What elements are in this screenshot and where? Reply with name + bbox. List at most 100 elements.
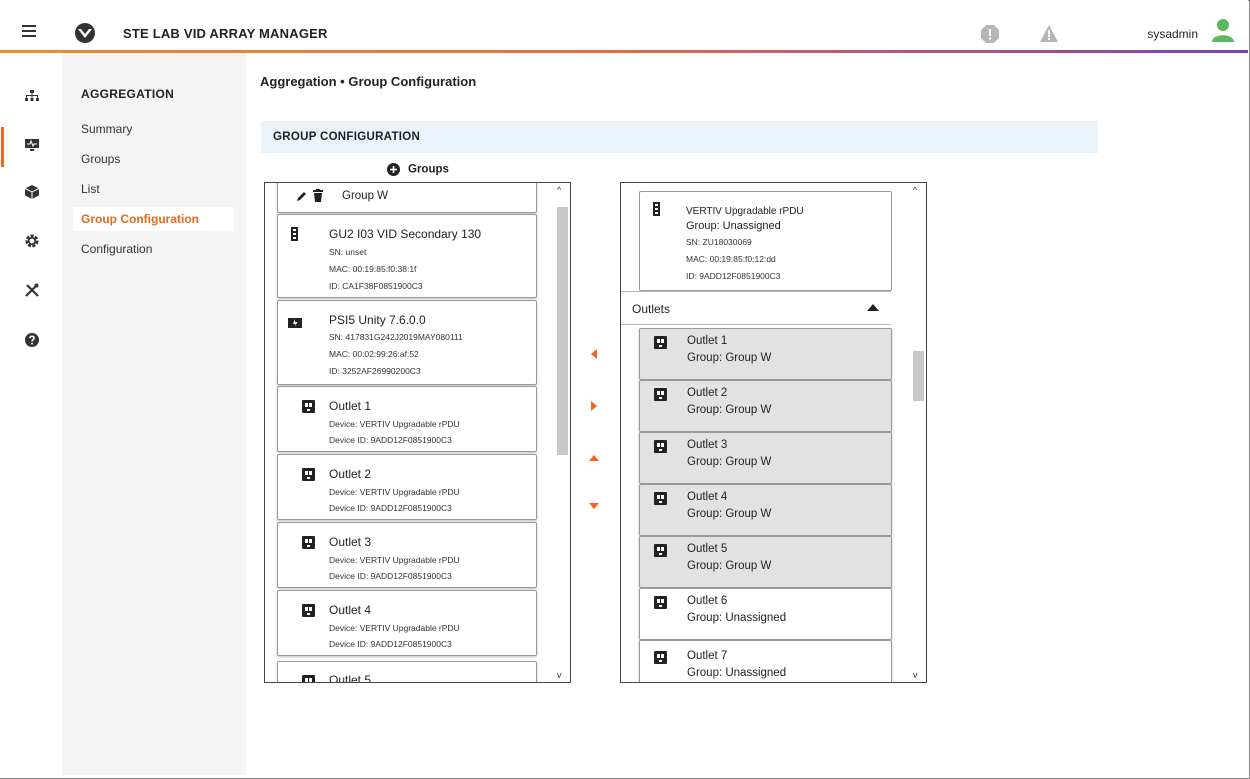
- outlet-icon: [654, 651, 667, 664]
- member-detail: ID: CA1F38F0851900C3: [329, 281, 423, 291]
- gear-icon[interactable]: [24, 233, 40, 249]
- member-card[interactable]: Outlet 5: [277, 661, 537, 682]
- vertiv-logo: [75, 23, 95, 43]
- outlet-group: Group: Group W: [687, 560, 772, 572]
- outlet-item[interactable]: Outlet 2 Group: Group W: [639, 380, 892, 432]
- rail-active-indicator: [1, 127, 4, 167]
- outlet-icon: [302, 536, 315, 549]
- outlet-item[interactable]: Outlet 7 Group: Unassigned: [639, 640, 892, 682]
- outlet-icon: [654, 544, 667, 557]
- outlet-item[interactable]: Outlet 6 Group: Unassigned: [639, 588, 892, 640]
- move-down-icon[interactable]: [589, 501, 599, 511]
- outlet-name: Outlet 7: [687, 650, 728, 662]
- member-card[interactable]: Outlet 1 Device: VERTIV Upgradable rPDU …: [277, 386, 537, 452]
- scroll-down-icon[interactable]: v: [557, 670, 562, 680]
- move-left-icon[interactable]: [589, 349, 599, 359]
- outlet-icon: [654, 440, 667, 453]
- member-card[interactable]: PSI5 Unity 7.6.0.0 SN: 417831G242J2019MA…: [277, 300, 537, 385]
- plus-circle-icon: [387, 163, 400, 176]
- box-icon[interactable]: [24, 184, 40, 200]
- user-icon[interactable]: [1210, 18, 1236, 42]
- move-right-icon[interactable]: [589, 401, 599, 411]
- outlet-item[interactable]: Outlet 3 Group: Group W: [639, 432, 892, 484]
- outlet-item[interactable]: Outlet 4 Group: Group W: [639, 484, 892, 536]
- section-title: GROUP CONFIGURATION: [273, 131, 421, 143]
- nav-item-summary[interactable]: Summary: [81, 122, 132, 136]
- outlet-item[interactable]: Outlet 5 Group: Group W: [639, 536, 892, 588]
- member-card[interactable]: Outlet 4 Device: VERTIV Upgradable rPDU …: [277, 590, 537, 656]
- top-bar: STE LAB VID ARRAY MANAGER sysadmin: [0, 0, 1248, 50]
- menu-icon[interactable]: [22, 25, 36, 37]
- app-title: STE LAB VID ARRAY MANAGER: [123, 26, 328, 41]
- available-devices-panel[interactable]: VERTIV Upgradable rPDU Group: Unassigned…: [620, 182, 927, 683]
- member-title: Outlet 4: [329, 603, 372, 617]
- breadcrumb: Aggregation • Group Configuration: [260, 74, 477, 89]
- pdu-icon: [291, 227, 298, 241]
- move-up-icon[interactable]: [589, 453, 599, 463]
- member-detail: MAC: 00:19:85:f0:38:1f: [329, 264, 417, 274]
- nav-item-groups[interactable]: Groups: [81, 152, 120, 166]
- outlet-icon: [302, 675, 315, 682]
- member-detail: Device: VERTIV Upgradable rPDU: [329, 487, 460, 497]
- outlet-icon: [654, 336, 667, 349]
- outlet-icon: [302, 604, 315, 617]
- member-card[interactable]: Outlet 2 Device: VERTIV Upgradable rPDU …: [277, 454, 537, 520]
- member-detail: Device ID: 9ADD12F0851900C3: [329, 503, 452, 513]
- outlet-group: Group: Unassigned: [687, 667, 787, 679]
- outlet-icon: [302, 468, 315, 481]
- collapse-icon[interactable]: [867, 304, 879, 311]
- member-card[interactable]: Outlet 3 Device: VERTIV Upgradable rPDU …: [277, 522, 537, 588]
- outlet-name: Outlet 1: [687, 335, 728, 347]
- add-group-button[interactable]: Groups: [387, 163, 449, 176]
- scroll-thumb[interactable]: [557, 207, 568, 455]
- member-title: Outlet 3: [329, 535, 372, 549]
- nav-item-list[interactable]: List: [81, 182, 100, 196]
- member-detail: Device: VERTIV Upgradable rPDU: [329, 419, 460, 429]
- outlet-group: Group: Unassigned: [687, 612, 787, 624]
- warning-alarm-icon[interactable]: [1039, 24, 1059, 44]
- scroll-down-icon[interactable]: v: [913, 670, 918, 680]
- device-detail: ID: 9ADD12F0851900C3: [686, 271, 781, 281]
- member-detail: MAC: 00:02:99:26:af:52: [329, 349, 419, 359]
- member-detail: SN: unset: [329, 247, 367, 257]
- nav-item-configuration[interactable]: Configuration: [81, 242, 152, 256]
- aggregation-nav: AGGREGATION Summary Groups List Group Co…: [62, 53, 246, 775]
- member-detail: ID: 3252AF26990200C3: [329, 366, 421, 376]
- member-title: PSI5 Unity 7.6.0.0: [329, 313, 426, 327]
- device-detail: SN: ZU18030069: [686, 237, 752, 247]
- critical-alarm-icon[interactable]: [980, 24, 1000, 44]
- member-card[interactable]: GU2 I03 VID Secondary 130 SN: unset MAC:…: [277, 214, 537, 298]
- scrollbar[interactable]: ^ v: [554, 183, 570, 682]
- trash-icon[interactable]: [313, 189, 323, 202]
- member-detail: Device: VERTIV Upgradable rPDU: [329, 555, 460, 565]
- member-detail: SN: 417831G242J2019MAY080111: [329, 332, 463, 342]
- edit-icon[interactable]: [296, 190, 308, 202]
- device-title: VERTIV Upgradable rPDU: [686, 206, 804, 217]
- pdu-icon: [653, 202, 660, 216]
- scroll-thumb[interactable]: [913, 351, 924, 401]
- monitor-icon[interactable]: [24, 137, 40, 153]
- outlet-name: Outlet 3: [687, 439, 728, 451]
- device-card[interactable]: VERTIV Upgradable rPDU Group: Unassigned…: [639, 191, 892, 291]
- hierarchy-icon[interactable]: [24, 88, 40, 104]
- scrollbar[interactable]: ^ v: [910, 183, 926, 682]
- help-icon[interactable]: [24, 332, 40, 348]
- outlet-icon: [654, 596, 667, 609]
- group-members-panel[interactable]: Group W GU2 I03 VID Secondary 130 SN: un…: [264, 182, 571, 683]
- scroll-up-icon[interactable]: ^: [913, 185, 917, 195]
- outlet-name: Outlet 2: [687, 387, 728, 399]
- outlet-item[interactable]: Outlet 1 Group: Group W: [639, 328, 892, 380]
- member-title: Outlet 2: [329, 467, 372, 481]
- username[interactable]: sysadmin: [1147, 27, 1198, 41]
- member-detail: Device ID: 9ADD12F0851900C3: [329, 571, 452, 581]
- nav-item-group-configuration[interactable]: Group Configuration: [73, 207, 234, 231]
- outlet-icon: [654, 388, 667, 401]
- icon-rail: [0, 53, 58, 778]
- outlet-icon: [302, 400, 315, 413]
- ups-icon: [288, 318, 302, 328]
- section-header: GROUP CONFIGURATION: [261, 121, 1098, 153]
- outlets-accordion[interactable]: Outlets: [621, 291, 891, 325]
- outlet-name: Outlet 4: [687, 491, 728, 503]
- scroll-up-icon[interactable]: ^: [557, 185, 561, 195]
- tools-icon[interactable]: [24, 282, 40, 298]
